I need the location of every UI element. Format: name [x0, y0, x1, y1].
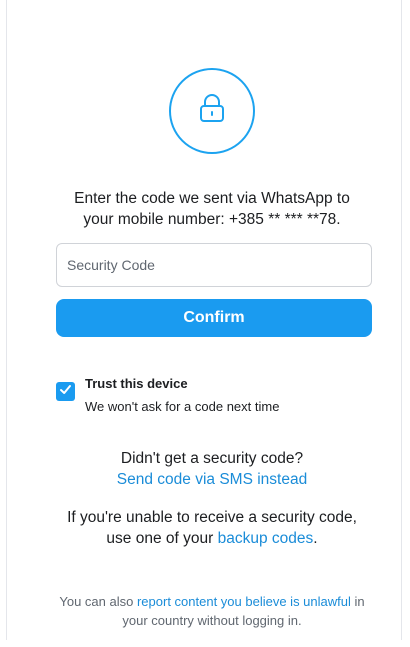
code-sent-message: Enter the code we sent via WhatsApp to y…: [30, 188, 394, 230]
backup-line-1: If you're unable to receive a security c…: [67, 509, 357, 526]
send-sms-link[interactable]: Send code via SMS instead: [117, 471, 307, 488]
backup-codes-message: If you're unable to receive a security c…: [30, 507, 394, 549]
backup-codes-link[interactable]: backup codes: [218, 530, 314, 547]
trust-device-checkbox[interactable]: [56, 382, 75, 401]
footer-note: You can also report content you believe …: [30, 592, 394, 630]
code-sent-line-1: Enter the code we sent via WhatsApp to: [74, 190, 350, 207]
trust-device-label: Trust this device: [85, 376, 188, 391]
security-code-input[interactable]: [56, 243, 372, 287]
backup-line-2-suffix: .: [313, 530, 318, 547]
no-code-question: Didn't get a security code?: [120, 450, 304, 467]
footer-prefix: You can also: [59, 594, 137, 609]
trust-device-description: We won't ask for a code next time: [85, 399, 280, 414]
lock-icon: [194, 91, 230, 132]
footer-line-1: You can also report content you believe …: [30, 592, 394, 611]
confirm-button[interactable]: Confirm: [56, 299, 372, 337]
backup-line-2-prefix: use one of your: [106, 530, 218, 547]
code-sent-line-2: your mobile number: +385 ** *** **78.: [83, 211, 341, 228]
footer-line-2: your country without logging in.: [122, 613, 302, 628]
report-content-link[interactable]: report content you believe is unlawful: [137, 594, 351, 609]
backup-line-2: use one of your backup codes.: [30, 528, 394, 549]
lock-badge: [169, 68, 255, 154]
check-icon: [59, 383, 72, 401]
footer-suffix: in: [350, 594, 365, 609]
